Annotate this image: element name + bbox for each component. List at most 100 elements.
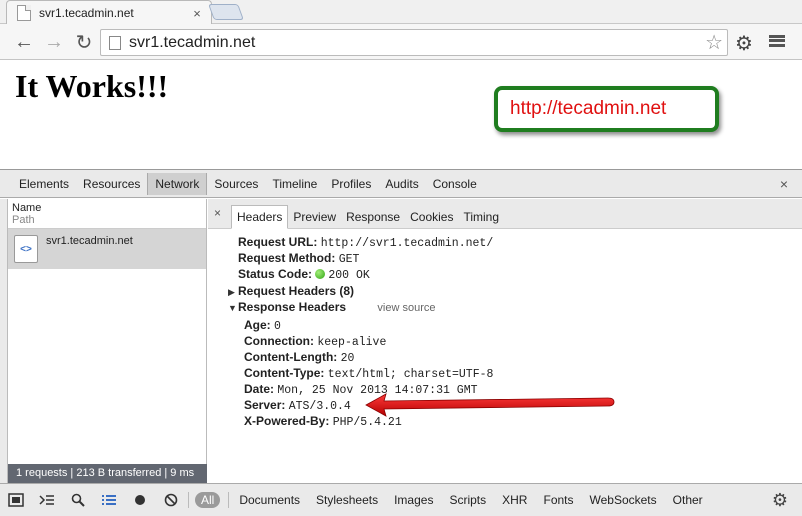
filter-scripts[interactable]: Scripts — [441, 493, 494, 507]
tab-console[interactable]: Console — [426, 173, 484, 195]
header-value: text/html; charset=UTF-8 — [327, 368, 494, 381]
header-line: Request Method: GET — [238, 251, 359, 266]
request-details-pane: × Headers Preview Response Cookies Timin… — [208, 199, 802, 483]
expand-triangle-icon: ▶ — [228, 287, 235, 297]
tecadmin-banner: http://tecadmin.net — [494, 86, 719, 132]
devtools-close-icon[interactable]: × — [780, 176, 788, 192]
pane-edge — [0, 199, 8, 483]
request-headers-toggle[interactable]: ▶ Request Headers (8) — [228, 284, 354, 298]
tab-title: svr1.tecadmin.net — [39, 6, 134, 20]
tab-timing[interactable]: Timing — [458, 206, 504, 228]
network-request-list: Name Path <> svr1.tecadmin.net 1 request… — [8, 199, 207, 483]
path-column-label: Path — [12, 214, 35, 226]
header-value: 20 — [340, 352, 355, 365]
header-value: 200 OK — [328, 269, 370, 282]
header-key: Content-Type: — [244, 366, 325, 380]
request-name: svr1.tecadmin.net — [46, 235, 133, 247]
filter-images[interactable]: Images — [386, 493, 441, 507]
tab-profiles[interactable]: Profiles — [324, 173, 378, 195]
browser-toolbar: ← → ↻ svr1.tecadmin.net ☆ ⚙ — [0, 24, 802, 60]
header-line: Date: Mon, 25 Nov 2013 14:07:31 GMT — [244, 382, 478, 397]
header-value: http://svr1.tecadmin.net/ — [320, 237, 494, 250]
header-key: Content-Length: — [244, 350, 338, 364]
forward-button[interactable]: → — [42, 30, 66, 54]
new-tab-button[interactable] — [208, 4, 244, 20]
devtools-panel: Elements Resources Network Sources Timel… — [0, 169, 802, 516]
header-key: Age: — [244, 318, 271, 332]
banner-text: http://tecadmin.net — [510, 98, 667, 119]
view-source-link[interactable]: view source — [377, 302, 435, 314]
collapse-triangle-icon: ▼ — [228, 303, 237, 313]
settings-gear-icon[interactable]: ⚙ — [735, 31, 753, 56]
list-view-icon[interactable] — [93, 489, 124, 511]
tab-preview[interactable]: Preview — [288, 206, 341, 228]
html-file-icon: <> — [14, 235, 38, 263]
tab-audits[interactable]: Audits — [378, 173, 425, 195]
tab-headers[interactable]: Headers — [231, 205, 289, 229]
devtools-settings-gear-icon[interactable]: ⚙ — [772, 490, 788, 511]
clear-icon[interactable] — [155, 489, 186, 511]
record-icon[interactable] — [124, 489, 155, 511]
header-value: Mon, 25 Nov 2013 14:07:31 GMT — [277, 384, 478, 397]
filter-documents[interactable]: Documents — [231, 493, 308, 507]
address-bar[interactable]: svr1.tecadmin.net ☆ — [100, 29, 728, 56]
tab-timeline[interactable]: Timeline — [265, 173, 324, 195]
address-url[interactable]: svr1.tecadmin.net — [129, 34, 705, 52]
page-heading: It Works!!! — [15, 68, 169, 104]
page-viewport: It Works!!! http://tecadmin.net — [0, 61, 802, 169]
divider — [188, 492, 189, 508]
details-tabs: × Headers Preview Response Cookies Timin… — [208, 199, 802, 229]
header-key: Date: — [244, 382, 275, 396]
header-line: Age: 0 — [244, 318, 281, 333]
details-close-icon[interactable]: × — [214, 206, 221, 220]
tab-resources[interactable]: Resources — [76, 173, 147, 195]
console-drawer-icon[interactable] — [31, 489, 62, 511]
search-icon[interactable] — [62, 489, 93, 511]
status-ok-icon — [315, 269, 326, 279]
filter-all[interactable]: All — [195, 492, 221, 508]
tab-strip: svr1.tecadmin.net × — [0, 0, 802, 25]
tab-elements[interactable]: Elements — [12, 173, 76, 195]
devtools-status-bar: All Documents Stylesheets Images Scripts… — [0, 483, 802, 516]
header-line: Request URL: http://svr1.tecadmin.net/ — [238, 235, 493, 250]
menu-icon[interactable] — [768, 32, 786, 50]
header-key: Connection: — [244, 334, 314, 348]
bookmark-star-icon[interactable]: ☆ — [705, 30, 723, 55]
header-value: PHP/5.4.21 — [332, 416, 402, 429]
tab-response[interactable]: Response — [341, 206, 405, 228]
divider — [228, 492, 230, 508]
column-header-name[interactable]: Name Path — [8, 199, 206, 229]
reload-button[interactable]: ↻ — [72, 30, 96, 54]
filter-fonts[interactable]: Fonts — [535, 493, 581, 507]
tab-sources[interactable]: Sources — [207, 173, 265, 195]
tab-network[interactable]: Network — [147, 172, 208, 195]
name-column-label: Name — [12, 202, 42, 214]
tab-close-icon[interactable]: × — [189, 6, 205, 21]
header-line: Connection: keep-alive — [244, 334, 386, 349]
header-value: ATS/3.0.4 — [288, 400, 351, 413]
devtools-tabs: Elements Resources Network Sources Timel… — [0, 170, 802, 198]
page-icon — [109, 35, 121, 50]
header-value: keep-alive — [317, 336, 387, 349]
header-line: Server: ATS/3.0.4 — [244, 398, 351, 413]
tab-cookies[interactable]: Cookies — [405, 206, 458, 228]
dock-icon[interactable] — [0, 489, 31, 511]
header-line: Content-Length: 20 — [244, 350, 354, 365]
browser-tab[interactable]: svr1.tecadmin.net × — [6, 0, 212, 25]
filter-other[interactable]: Other — [665, 493, 711, 507]
header-key: Server: — [244, 398, 286, 412]
filter-websockets[interactable]: WebSockets — [582, 493, 665, 507]
header-key: Status Code: — [238, 267, 313, 281]
header-value: 0 — [274, 320, 281, 333]
header-line: X-Powered-By: PHP/5.4.21 — [244, 414, 402, 429]
back-button[interactable]: ← — [12, 30, 36, 54]
header-key: X-Powered-By: — [244, 414, 330, 428]
filter-stylesheets[interactable]: Stylesheets — [308, 493, 386, 507]
request-row[interactable]: <> svr1.tecadmin.net — [8, 229, 206, 269]
filter-xhr[interactable]: XHR — [494, 493, 535, 507]
response-headers-toggle[interactable]: ▼Response Headers view source — [228, 300, 435, 314]
header-line: Content-Type: text/html; charset=UTF-8 — [244, 366, 493, 381]
page-favicon-icon — [17, 5, 31, 21]
header-key: Request URL: — [238, 235, 318, 249]
header-value: GET — [338, 253, 360, 266]
